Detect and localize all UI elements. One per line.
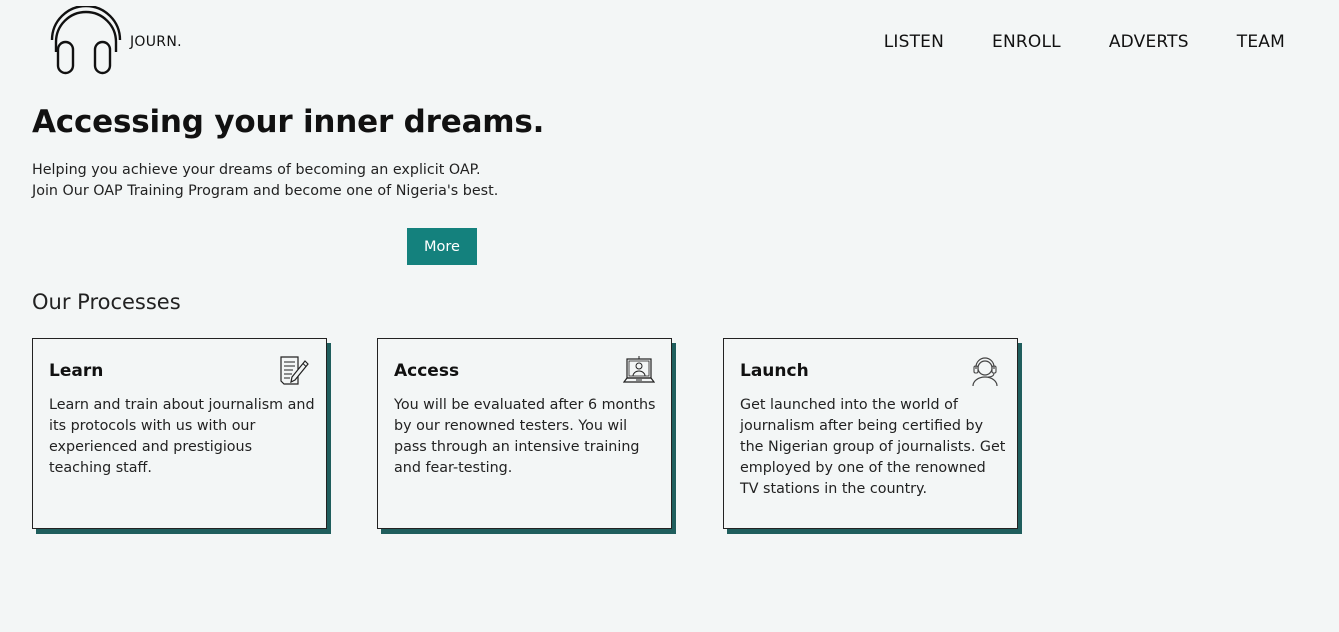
nav-link-adverts[interactable]: ADVERTS bbox=[1109, 32, 1189, 52]
main-nav: LISTEN ENROLL ADVERTS TEAM bbox=[884, 32, 1285, 52]
card-description: Get launched into the world of journalis… bbox=[740, 397, 1006, 497]
nav-link-team[interactable]: TEAM bbox=[1237, 32, 1285, 52]
laptop-user-icon bbox=[623, 356, 655, 383]
hero-description: Helping you achieve your dreams of becom… bbox=[32, 162, 499, 199]
process-card-learn: Learn Learn and train about journalism a… bbox=[32, 338, 327, 529]
card-description: You will be evaluated after 6 months by … bbox=[394, 397, 656, 476]
brand-name[interactable]: JOURN. bbox=[130, 34, 182, 50]
headset-user-icon bbox=[972, 357, 998, 387]
nav-link-enroll[interactable]: ENROLL bbox=[992, 32, 1061, 52]
processes-title: Our Processes bbox=[32, 290, 181, 314]
process-card-access: Access You will be evaluated after 6 mon… bbox=[377, 338, 672, 529]
site-header: JOURN. LISTEN ENROLL ADVERTS TEAM bbox=[0, 0, 1339, 90]
nav-link-listen[interactable]: LISTEN bbox=[884, 32, 944, 52]
card-description: Learn and train about journalism and its… bbox=[49, 397, 315, 476]
document-pencil-icon bbox=[280, 356, 309, 385]
card-title: Learn bbox=[49, 361, 104, 381]
card-title: Access bbox=[394, 361, 460, 381]
card-title: Launch bbox=[740, 361, 809, 381]
more-button[interactable]: More bbox=[407, 228, 477, 265]
hero-title: Accessing your inner dreams. bbox=[32, 104, 545, 140]
process-card-launch: Launch Get launched into the world of jo… bbox=[723, 338, 1018, 529]
headphones-icon[interactable] bbox=[48, 6, 124, 78]
